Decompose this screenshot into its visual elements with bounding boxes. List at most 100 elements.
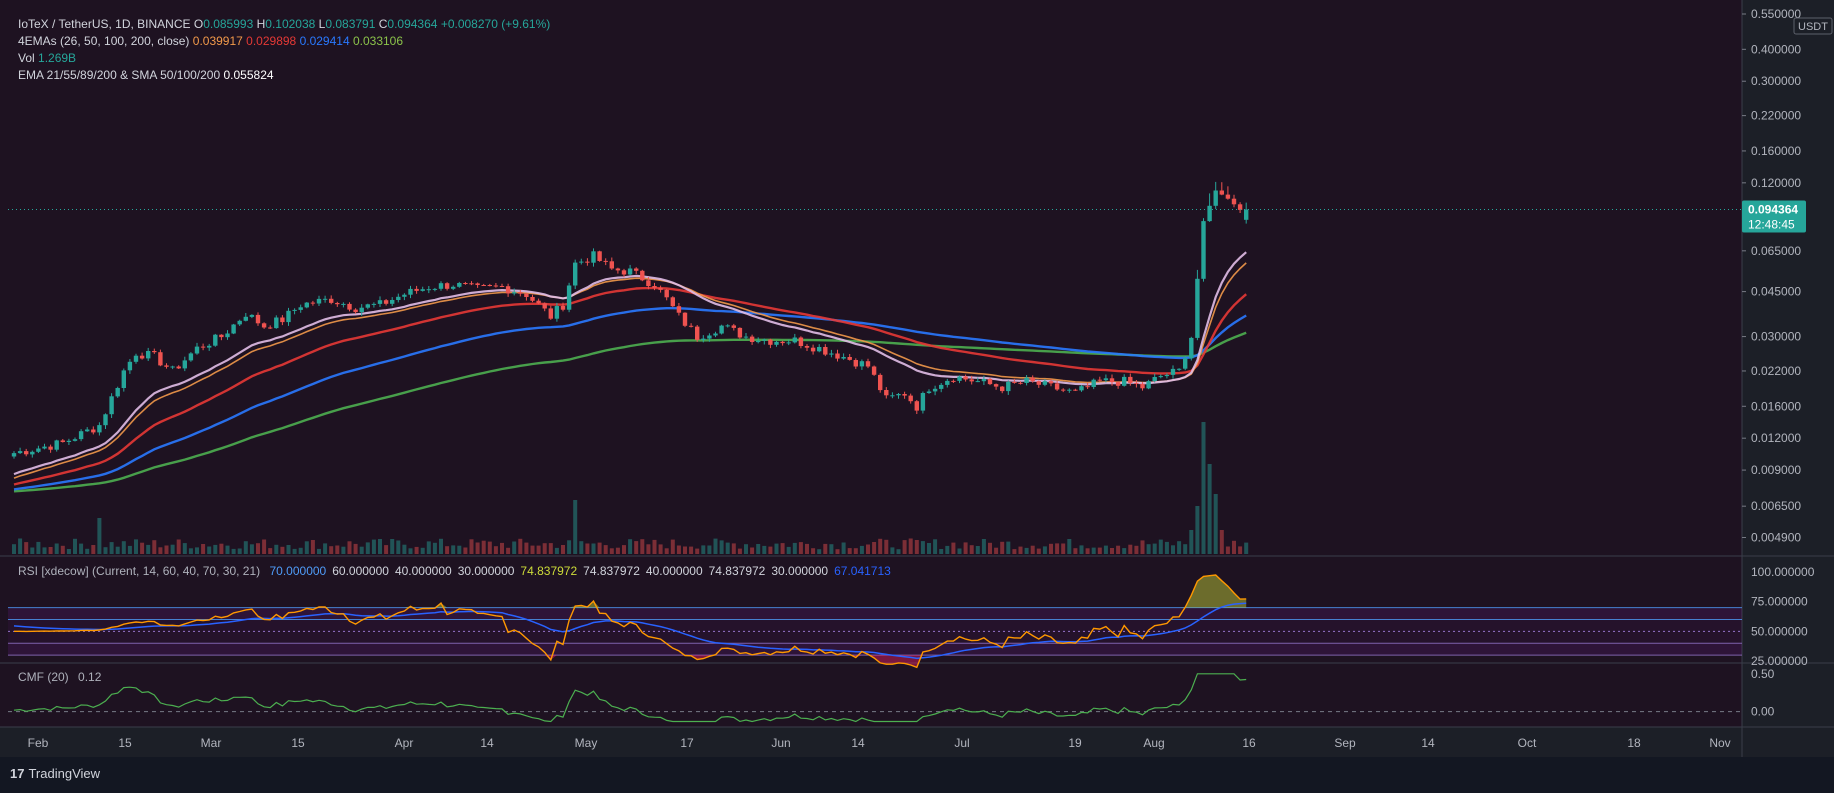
rsi-tick-label: 50.000000	[1751, 624, 1808, 638]
time-tick-label: 18	[1627, 736, 1641, 750]
candle-body	[1018, 382, 1023, 384]
volume-bar	[542, 543, 547, 554]
candle-body	[652, 286, 657, 288]
candle-body	[1128, 376, 1133, 383]
candle-body	[1146, 381, 1151, 389]
volume-bar	[878, 538, 883, 554]
volume-bar	[268, 548, 273, 554]
candle-body	[78, 431, 84, 440]
candle-body	[432, 288, 438, 290]
volume-bar	[622, 545, 626, 554]
candle-body	[676, 306, 682, 313]
volume-bar	[274, 544, 279, 554]
volume-bar	[262, 539, 267, 554]
cmf-legend[interactable]: CMF (20) 0.12	[18, 670, 107, 684]
candle-body	[573, 262, 578, 286]
candle-body	[871, 366, 877, 375]
ohlc-key-h: H	[253, 17, 266, 31]
vol-row[interactable]: Vol 1.269B	[18, 50, 550, 67]
volume-bar	[689, 546, 694, 554]
candle-body	[42, 446, 47, 449]
rsi-value-2: 40.000000	[394, 564, 452, 578]
candle-body	[164, 365, 169, 367]
countdown-label: 12:48:45	[1748, 217, 1795, 231]
volume-bar	[420, 547, 425, 554]
volume-bar	[1103, 545, 1108, 554]
candle-body	[682, 312, 688, 326]
last-price-label: 0.094364	[1748, 202, 1798, 216]
volume-bar	[256, 543, 260, 554]
volume-bar	[249, 544, 254, 554]
candle-body	[640, 270, 645, 281]
ema4-value-1: 0.029898	[242, 34, 297, 48]
volume-bar	[512, 541, 517, 554]
candle-body	[518, 292, 523, 294]
volume-bar	[12, 544, 16, 554]
candle-body	[817, 347, 822, 352]
volume-bar	[1171, 545, 1175, 554]
volume-bar	[18, 538, 23, 554]
volume-bar	[969, 545, 974, 554]
volume-bar	[432, 542, 437, 554]
vol-label[interactable]: Vol	[18, 51, 35, 65]
candle-body	[1244, 209, 1249, 220]
volume-bar	[640, 539, 645, 554]
rsi-legend[interactable]: RSI [xdecow] (Current, 14, 60, 40, 70, 3…	[18, 564, 903, 578]
candle-body	[719, 325, 724, 334]
chart-canvas[interactable]: 0.5500000.4000000.3000000.2200000.160000…	[0, 0, 1834, 793]
price-tick-label: 0.022000	[1751, 364, 1801, 378]
volume-bar	[1061, 543, 1066, 554]
volume-bar	[554, 547, 559, 554]
candle-body	[878, 374, 883, 391]
candle-body	[298, 307, 303, 310]
candle-body	[731, 325, 736, 328]
candle-body	[737, 327, 743, 338]
candle-body	[987, 379, 993, 385]
candle-body	[1195, 278, 1200, 338]
volume-bar	[91, 545, 96, 554]
tradingview-branding[interactable]: 17 TradingView	[10, 766, 100, 781]
volume-bar	[164, 545, 169, 554]
ohlc-value-l: 0.083791	[325, 17, 376, 31]
price-tick-label: 0.160000	[1751, 144, 1801, 158]
volume-bar	[658, 544, 663, 554]
volume-bar	[396, 540, 401, 554]
ema4-value-0: 0.039917	[192, 34, 243, 48]
volume-bar	[408, 548, 413, 554]
volume-bar	[42, 547, 47, 554]
candle-body	[627, 268, 633, 275]
candle-body	[1012, 381, 1017, 383]
symbol-label[interactable]: IoTeX / TetherUS, 1D, BINANCE	[18, 17, 191, 31]
volume-bar	[506, 547, 511, 554]
candle-body	[268, 327, 273, 329]
volume-bar	[579, 541, 584, 554]
price-tick-label: 0.220000	[1751, 109, 1801, 123]
volume-bar	[317, 548, 321, 554]
ema4-row[interactable]: 4EMAs (26, 50, 100, 200, close) 0.039917…	[18, 33, 550, 50]
ema-sma-row[interactable]: EMA 21/55/89/200 & SMA 50/100/200 0.0558…	[18, 67, 550, 84]
time-tick-label: Feb	[28, 736, 49, 750]
candle-body	[414, 288, 419, 291]
symbol-row[interactable]: IoTeX / TetherUS, 1D, BINANCE O0.085993 …	[18, 16, 550, 33]
candle-body	[609, 261, 614, 269]
candle-body	[158, 352, 163, 366]
candle-body	[963, 376, 968, 380]
rsi-label[interactable]: RSI [xdecow] (Current, 14, 60, 40, 70, 3…	[18, 564, 260, 578]
volume-bar	[628, 539, 633, 554]
volume-bar	[890, 547, 895, 554]
ohlc-value-o: 0.085993	[203, 17, 254, 31]
ema4-label[interactable]: 4EMAs (26, 50, 100, 200, close)	[18, 34, 189, 48]
volume-bar	[585, 543, 590, 554]
volume-bar	[1091, 547, 1096, 554]
volume-bar	[115, 546, 120, 554]
candle-body	[1061, 389, 1066, 391]
candle-body	[865, 361, 871, 367]
candle-body	[103, 414, 108, 426]
ema-sma-label[interactable]: EMA 21/55/89/200 & SMA 50/100/200	[18, 68, 220, 82]
volume-bar	[243, 541, 248, 554]
volume-bar	[1110, 548, 1114, 554]
time-tick-label: Jul	[954, 736, 969, 750]
cmf-label[interactable]: CMF (20)	[18, 670, 69, 684]
volume-bar	[707, 545, 712, 554]
volume-bar	[829, 544, 834, 554]
